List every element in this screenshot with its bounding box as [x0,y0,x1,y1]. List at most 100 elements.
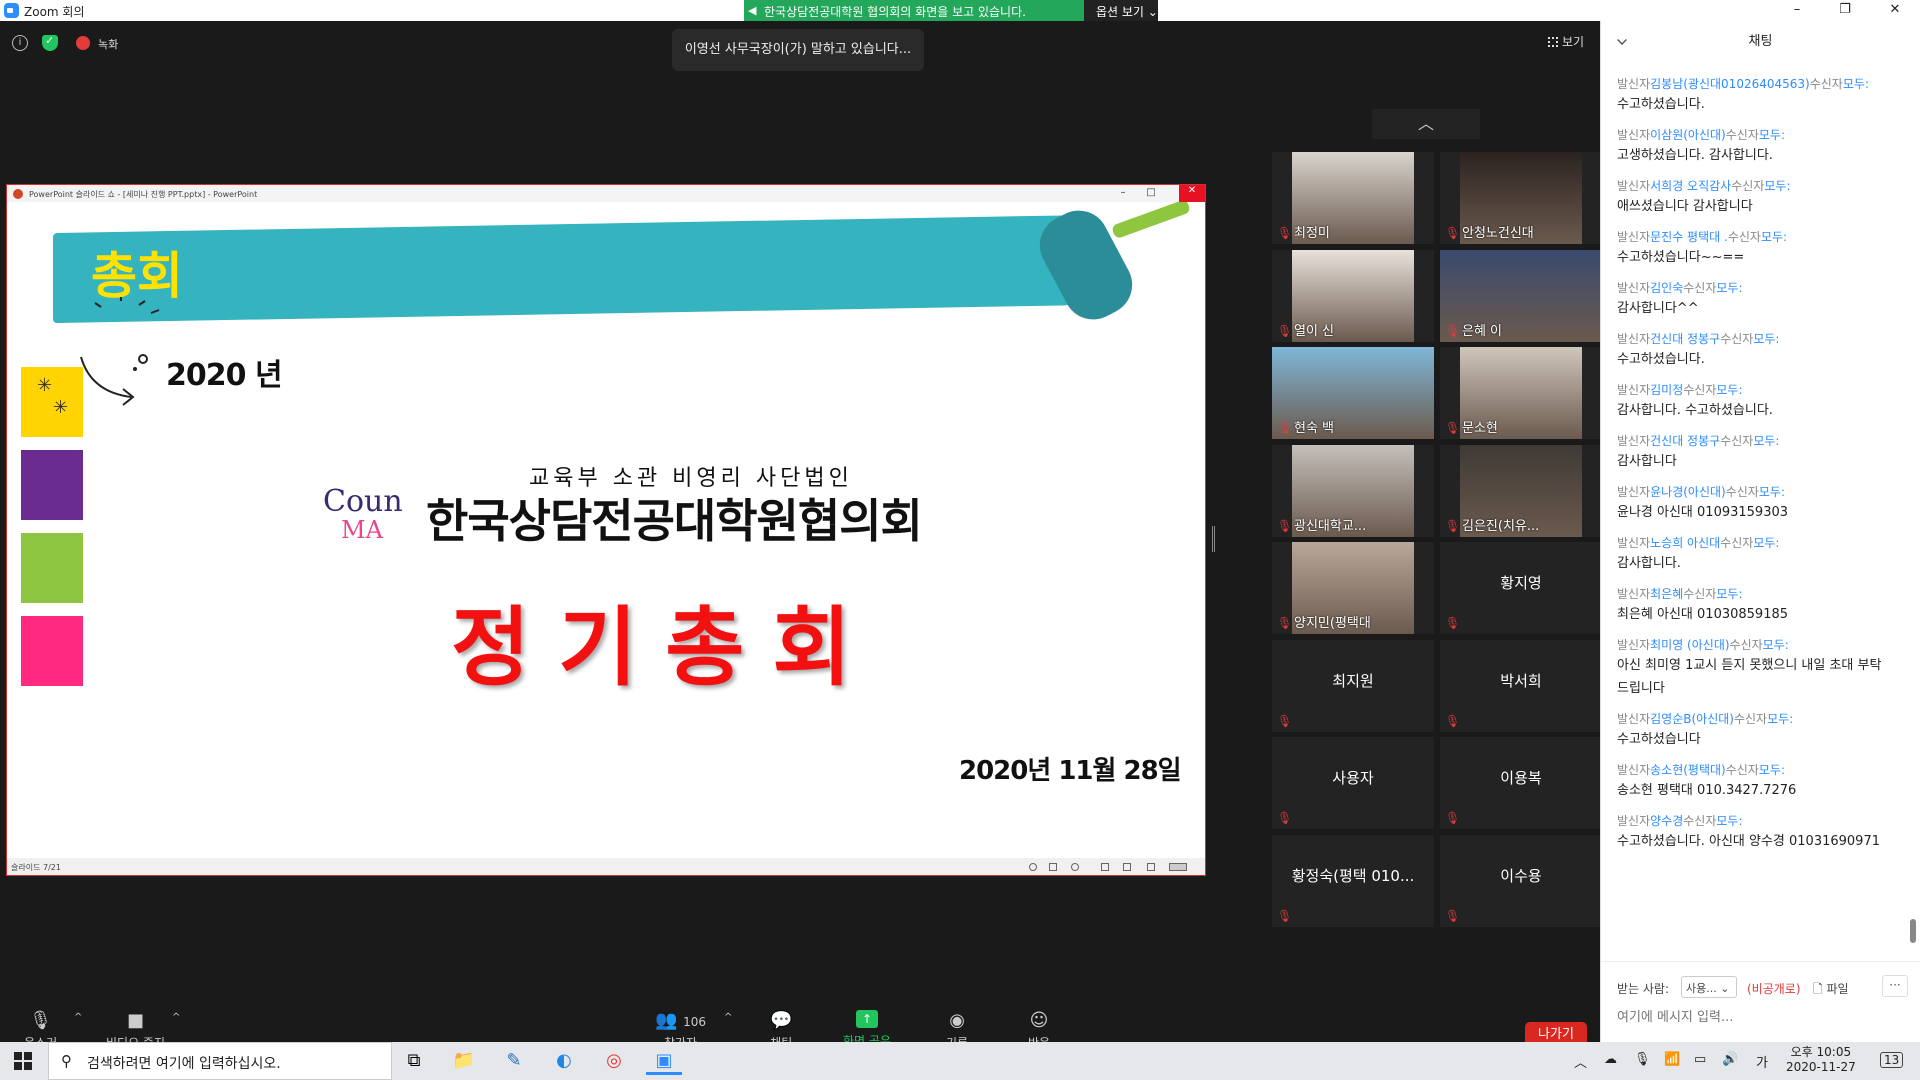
audio-options-caret[interactable]: ^ [74,1012,82,1023]
slideshow-view-icon[interactable] [1169,863,1187,871]
battery-icon[interactable]: ▭ [1694,1052,1706,1067]
muted-mic-icon: 🎙 [1445,421,1461,435]
chat-message-header: 발신자최미영 (아신대)수신자모두: [1617,636,1887,654]
purple-square [21,450,83,520]
comments-icon[interactable] [1071,863,1079,871]
wifi-icon[interactable]: 📶 [1664,1052,1680,1067]
close-icon[interactable]: ✕ [1872,0,1918,21]
participant-tile[interactable]: 🎙 김은진(치유... [1440,444,1602,537]
participant-tile[interactable]: 🎙 최정미 [1272,152,1434,244]
chat-receiver: 모두 [1758,763,1781,777]
file-explorer-icon[interactable]: 📁 [446,1047,482,1075]
pp-maximize-icon[interactable]: □ [1141,187,1161,201]
video-options-caret[interactable]: ^ [172,1012,180,1023]
pp-minimize-icon[interactable]: – [1113,187,1133,201]
participant-name-center: 황지영 [1500,574,1542,592]
taskbar-search[interactable]: ⚲ 검색하려면 여기에 입력하십시오. [48,1042,392,1080]
recipient-label: 받는 사람: [1617,982,1670,996]
chat-message-header: 발신자윤나경(아신대)수신자모두: [1617,483,1887,501]
view-button[interactable]: 보기 [1548,33,1584,50]
participant-tile[interactable]: 🎙 은혜 이 [1440,249,1602,342]
slide-sorter-icon[interactable] [1123,863,1131,871]
participant-tile[interactable]: 🎙 문소현 [1440,347,1602,439]
zoom-taskbar-icon[interactable]: ▣ [646,1047,682,1075]
participant-tile[interactable]: 사용자 🎙 [1272,737,1434,829]
more-options-button[interactable]: ··· [1882,975,1908,997]
volume-icon[interactable]: 🔊 [1722,1052,1738,1067]
restore-icon[interactable]: ❐ [1822,0,1868,21]
security-shield-icon[interactable] [42,34,58,51]
file-button[interactable]: 🗋 파일 [1813,980,1849,1001]
participant-tile[interactable]: 박서희 🎙 [1440,639,1602,732]
chevron-down-icon[interactable] [1617,35,1627,45]
receiver-prefix: 수신자 [1725,485,1759,499]
receiver-prefix: 수신자 [1683,281,1717,295]
network-cloud-icon[interactable]: ☁ [1604,1052,1617,1067]
recipient-select[interactable]: 사용... ⌄ [1681,976,1737,998]
participant-tile[interactable]: 🎙 안청노건신대 [1440,152,1602,244]
view-options-button[interactable]: 옵션 보기 ⌄ [1084,0,1158,21]
chat-message-body: 윤나경 아신대 01093159303 [1617,505,1789,520]
chat-message: 발신자김봉남(광신대01026404563)수신자모두: 수고하셨습니다. [1617,75,1887,116]
info-icon[interactable]: i [12,35,28,51]
muted-mic-icon: 🎙 [1277,908,1293,923]
participant-tile[interactable]: 🎙 양지민(평택대 [1272,542,1434,634]
search-icon: ⚲ [61,1052,72,1070]
microphone-tray-icon[interactable]: 🎙 [1634,1052,1651,1067]
muted-mic-icon: 🎙 [1277,323,1293,338]
receiver-prefix: 수신자 [1809,77,1843,91]
header-colon: : [1775,332,1780,346]
minimize-icon[interactable]: – [1774,0,1820,21]
participant-tile[interactable]: 🎙 열이 신 [1272,249,1434,342]
chat-message-input[interactable] [1617,1010,1897,1025]
chat-sender: 김미정 [1650,383,1684,397]
participant-name: 열이 신 [1294,323,1335,339]
tray-expand-icon[interactable]: ︿ [1574,1052,1587,1071]
accessibility-icon[interactable] [1029,863,1037,871]
sender-prefix: 발신자 [1617,77,1651,91]
muted-mic-icon: 🎙 [1277,713,1293,728]
muted-mic-icon: 🎙 [1277,811,1293,825]
participant-name: 현숙 백 [1294,421,1335,436]
sender-prefix: 발신자 [1617,814,1651,828]
chat-message: 발신자이삼원(아신대)수신자모두: 고생하셨습니다. 감사합니다. [1617,126,1887,167]
shared-powerpoint-window: PowerPoint 슬라이드 쇼 - [세미나 진행 PPT.pptx] - … [6,184,1206,876]
participants-options-caret[interactable]: ^ [724,1012,732,1023]
ime-indicator[interactable]: 가 [1756,1052,1768,1071]
chat-message: 발신자건신대 정봉구수신자모두: 수고하셨습니다. [1617,330,1887,371]
chat-message: 발신자윤나경(아신대)수신자모두: 윤나경 아신대 01093159303 [1617,483,1887,524]
chat-receiver: 모두 [1842,77,1865,91]
windows-start-icon[interactable] [14,1052,32,1070]
participant-tile[interactable]: 🎙 현숙 백 [1272,347,1434,439]
slide-org-name: 한국상담전공대학원협의회 [426,494,923,548]
record-icon: ◉ [949,1010,965,1031]
participant-tile[interactable]: 🎙 광신대학교... [1272,444,1434,537]
reading-view-icon[interactable] [1147,863,1155,871]
gallery-page-up-button[interactable]: ︿ [1372,109,1480,139]
chat-message-body: 수고하셨습니다. 아신대 양수경 01031690971 [1617,834,1880,849]
chrome-browser-icon[interactable]: ◎ [596,1047,632,1075]
chat-message: 발신자김인숙수신자모두: 감사합니다^^ [1617,279,1887,320]
participant-tile[interactable]: 최지원 🎙 [1272,639,1434,732]
notification-center-icon[interactable]: 13 [1880,1052,1904,1068]
notes-app-icon[interactable]: ✎ [496,1047,532,1075]
task-view-icon[interactable]: ⧉ [396,1047,432,1075]
header-colon: : [1775,536,1780,550]
normal-view-icon[interactable] [1101,863,1109,871]
edge-browser-icon[interactable]: ◐ [546,1047,582,1075]
speaker-icon: ◀ [748,4,757,17]
taskbar-clock[interactable]: 오후 10:05 2020-11-27 [1786,1045,1856,1075]
participant-tile[interactable]: 이용복 🎙 [1440,737,1602,829]
paint-roller-handle [1111,202,1191,240]
participant-tile[interactable]: 황지영 🎙 [1440,542,1602,634]
notes-icon[interactable] [1049,863,1057,871]
pp-close-icon[interactable]: ✕ [1179,185,1205,202]
participant-tile[interactable]: 황정숙(평택 010... 🎙 [1272,834,1434,927]
slide-event-title: 정기총회 [451,598,880,698]
chat-message: 발신자김영순B(아신대)수신자모두: 수고하셨습니다 [1617,710,1887,751]
chat-scrollbar[interactable] [1910,919,1916,943]
participant-tile[interactable]: 이수용 🎙 [1440,834,1602,927]
active-speaker-notice: 이영선 사무국장이(가) 말하고 있습니다... [672,29,924,71]
sender-prefix: 발신자 [1617,128,1651,142]
split-resize-handle[interactable] [1212,526,1215,552]
